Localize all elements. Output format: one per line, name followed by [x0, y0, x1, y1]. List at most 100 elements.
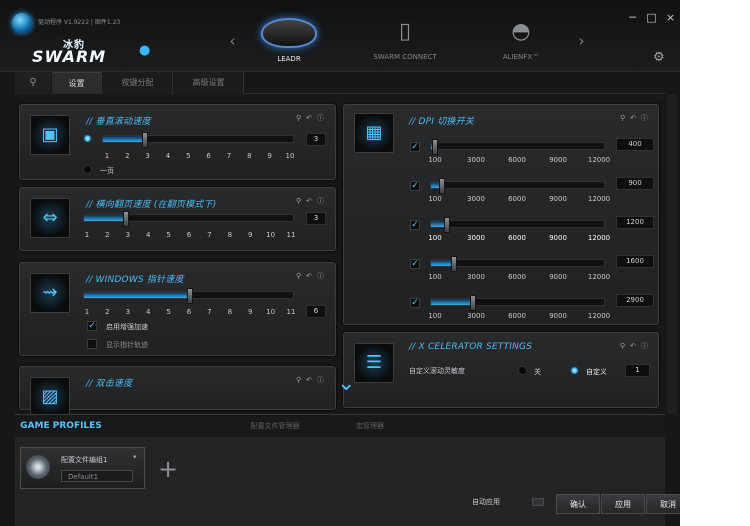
vertical-value[interactable]: 3	[306, 133, 326, 146]
panel-tools[interactable]: ⚲↶ⓘ	[296, 196, 329, 206]
slider-handle[interactable]	[470, 295, 476, 311]
dpi-level-checkbox[interactable]: ✓	[410, 259, 420, 269]
horizontal-slider[interactable]	[83, 211, 294, 227]
tick-label: 9000	[549, 156, 567, 164]
brand-en: SWARM	[32, 47, 107, 66]
app-window: 驱动程序 V1.9222 | 固件1.23 冰豹 SWARM ● ─ □ × ‹…	[0, 0, 680, 526]
tick-label: 10	[266, 308, 276, 316]
slider-handle[interactable]	[431, 139, 438, 155]
dpi-level-checkbox[interactable]: ✓	[410, 298, 420, 308]
dpi-slider[interactable]	[430, 295, 605, 311]
panel-title: // X CELERATOR SETTINGS	[409, 342, 533, 352]
dpi-value[interactable]: 2900	[616, 294, 654, 307]
tick-label: 3	[125, 231, 131, 239]
panel-tools[interactable]: ⚲↶ⓘ	[620, 113, 653, 123]
dpi-level-checkbox[interactable]: ✓	[410, 142, 420, 152]
tick-label: 12000	[587, 234, 611, 242]
slider-handle[interactable]	[123, 211, 130, 227]
tick-label: 4	[145, 231, 151, 239]
trails-checkbox[interactable]	[87, 339, 97, 349]
alienfx-icon: ◓	[511, 19, 531, 44]
tab-advanced[interactable]: 高级设置	[174, 72, 244, 94]
panel-tools[interactable]: ⚲↶ⓘ	[296, 271, 329, 281]
profile-card[interactable]: 配置文件编组1 ▾ Default1	[20, 447, 145, 489]
pointer-value[interactable]: 6	[306, 305, 326, 318]
device-label: LEADR	[277, 55, 301, 63]
cancel-button[interactable]: 取消	[646, 494, 680, 514]
custom-label: 自定义	[586, 368, 607, 376]
dpi-level-checkbox[interactable]: ✓	[410, 220, 420, 230]
device-alienfx[interactable]: ◓ ALIENFX™	[475, 18, 567, 66]
confirm-button[interactable]: 确认	[556, 494, 600, 514]
tick-label: 100	[428, 156, 442, 164]
tick-label: 9000	[549, 312, 567, 320]
off-label: 关	[534, 368, 541, 376]
one-page-radio[interactable]	[83, 165, 92, 174]
dpi-level-checkbox[interactable]: ✓	[410, 181, 420, 191]
dpi-slider[interactable]	[430, 178, 605, 194]
panel-tools[interactable]: ⚲↶ⓘ	[296, 113, 329, 123]
dpi-slider[interactable]	[430, 256, 605, 272]
tick-label: 1	[84, 231, 90, 239]
auto-apply-label: 自动应用	[472, 498, 500, 506]
dpi-slider[interactable]	[430, 217, 605, 233]
tab-settings[interactable]: 设置	[52, 72, 102, 94]
device-swarm-connect[interactable]: ▯ SWARM CONNECT	[359, 18, 451, 66]
tick-label: 5	[166, 231, 171, 239]
device-prev-icon[interactable]: ‹	[225, 31, 240, 51]
slider-handle[interactable]	[438, 178, 445, 194]
panel-tools[interactable]: ⚲↶ⓘ	[620, 341, 653, 351]
slider-handle[interactable]	[450, 256, 457, 272]
scroll-speed-radio[interactable]	[83, 134, 92, 143]
dpi-level-row: ✓ 400 100 3000 6000 9000 12000	[344, 136, 654, 172]
slider-fill	[431, 299, 473, 305]
tick-label: 9	[247, 308, 253, 316]
slider-handle[interactable]	[443, 217, 450, 233]
tick-label: 4	[165, 152, 171, 160]
chevron-down-icon[interactable]: ▾	[133, 453, 137, 461]
chevron-down-icon[interactable]: ⌄	[337, 373, 355, 395]
dpi-value[interactable]: 400	[616, 138, 654, 151]
off-radio[interactable]	[518, 366, 527, 375]
tab-game-profiles[interactable]: GAME PROFILES	[17, 415, 105, 437]
apply-button[interactable]: 应用	[601, 494, 645, 514]
slider-fill	[84, 215, 127, 221]
slider-handle[interactable]	[142, 132, 149, 148]
enhance-checkbox[interactable]: ✓	[87, 321, 97, 331]
device-label: ALIENFX™	[502, 53, 540, 61]
double-click-icon: ▨	[30, 377, 70, 417]
device-leadr[interactable]: LEADR	[243, 18, 335, 66]
dpi-value[interactable]: 1600	[616, 255, 654, 268]
panel-tools[interactable]: ⚲↶ⓘ	[296, 375, 329, 385]
minimize-button[interactable]: ─	[625, 12, 640, 24]
auto-apply-toggle[interactable]	[532, 498, 544, 506]
horizontal-value[interactable]: 3	[306, 212, 326, 225]
maximize-button[interactable]: □	[644, 12, 659, 24]
tab-profile-manager[interactable]: 配置文件管理器	[220, 415, 330, 437]
xcelerator-value[interactable]: 1	[625, 364, 650, 377]
device-next-icon[interactable]: ›	[574, 31, 589, 51]
roccat-logo-icon	[12, 13, 32, 33]
slider-handle[interactable]	[186, 288, 193, 304]
pointer-slider[interactable]	[83, 288, 294, 304]
panel-title: // 横向翻页速度 (在翻页模式下)	[86, 200, 217, 210]
close-button[interactable]: ×	[663, 12, 678, 24]
vertical-slider[interactable]	[102, 132, 294, 148]
main-scrollbar[interactable]	[667, 94, 677, 414]
add-profile-icon[interactable]: +	[158, 455, 178, 483]
custom-radio[interactable]	[570, 366, 579, 375]
tick-label: 100	[428, 312, 442, 320]
default-box[interactable]: Default1	[61, 470, 133, 482]
dpi-value[interactable]: 900	[616, 177, 654, 190]
pin-icon[interactable]: ⚲	[15, 72, 51, 94]
tick-label: 7	[226, 152, 232, 160]
tick-label: 6000	[508, 273, 526, 281]
tick-label: 4	[145, 308, 151, 316]
dpi-slider[interactable]	[430, 139, 605, 155]
tab-macro-manager[interactable]: 宏管理器	[335, 415, 405, 437]
gear-icon[interactable]: ⚙	[653, 50, 665, 65]
dpi-value[interactable]: 1200	[616, 216, 654, 229]
tick-label: 3000	[467, 312, 485, 320]
tab-button-assignment[interactable]: 按键分配	[103, 72, 173, 94]
tick-label: 6	[206, 152, 211, 160]
